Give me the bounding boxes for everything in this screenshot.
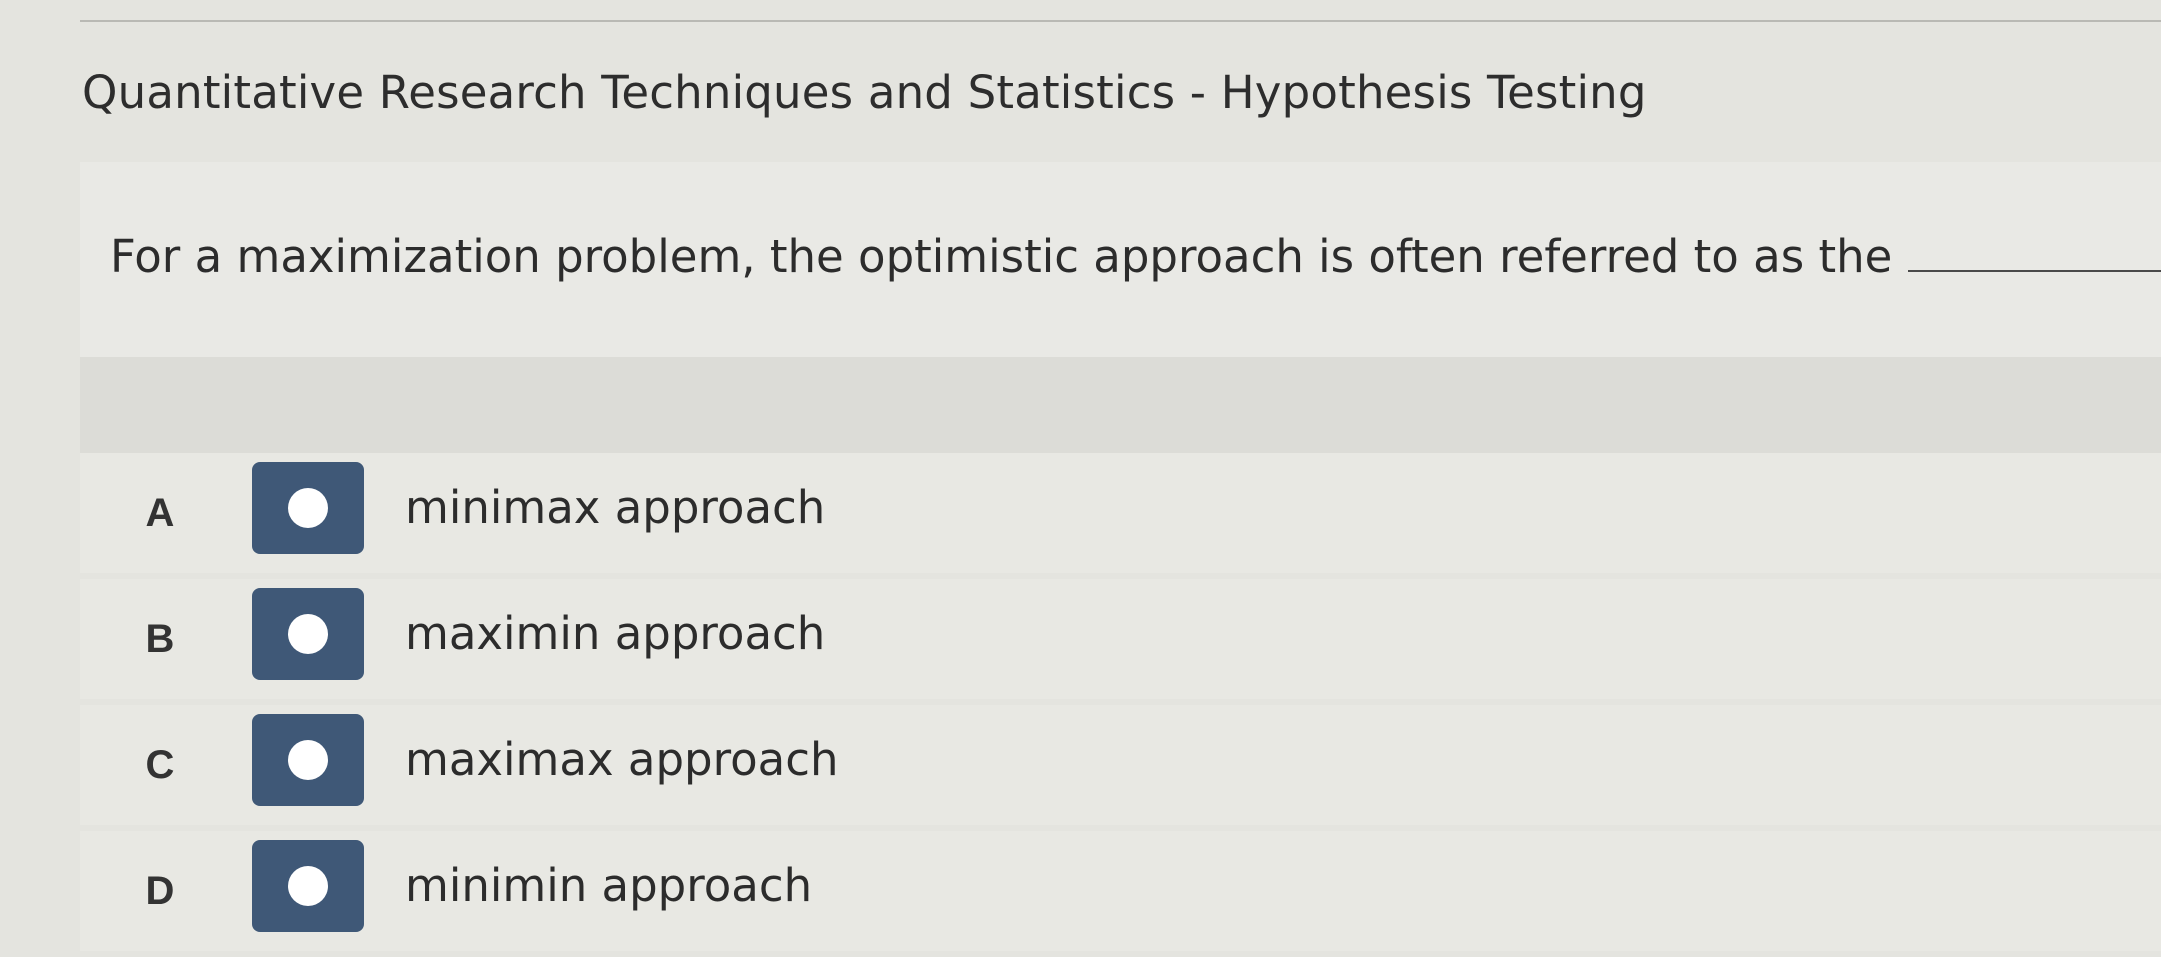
- radio-circle-icon: [288, 488, 328, 528]
- option-a[interactable]: A minimax approach: [80, 453, 2161, 573]
- option-label[interactable]: maximin approach: [405, 579, 825, 689]
- option-b[interactable]: B maximin approach: [80, 579, 2161, 699]
- question-prompt: For a maximization problem, the optimist…: [110, 230, 1893, 283]
- option-d[interactable]: D minimin approach: [80, 831, 2161, 951]
- option-a-radio-button[interactable]: [252, 462, 364, 554]
- option-letter: D: [145, 869, 175, 913]
- question-text: For a maximization problem, the optimist…: [110, 230, 2161, 283]
- answer-blank: [1908, 269, 2161, 272]
- option-label[interactable]: minimin approach: [405, 831, 812, 941]
- option-letter: A: [145, 491, 175, 535]
- radio-circle-icon: [288, 740, 328, 780]
- question-panel: For a maximization problem, the optimist…: [80, 162, 2161, 357]
- option-c-radio-button[interactable]: [252, 714, 364, 806]
- radio-circle-icon: [288, 614, 328, 654]
- option-letter: B: [145, 617, 175, 661]
- option-letter: C: [145, 743, 175, 787]
- option-label[interactable]: minimax approach: [405, 453, 825, 563]
- radio-circle-icon: [288, 866, 328, 906]
- page-title: Quantitative Research Techniques and Sta…: [82, 66, 1647, 119]
- option-b-radio-button[interactable]: [252, 588, 364, 680]
- separator-band: [80, 357, 2161, 453]
- top-divider: [80, 20, 2161, 22]
- option-d-radio-button[interactable]: [252, 840, 364, 932]
- answer-options: A minimax approach B maximin approach C …: [80, 453, 2161, 957]
- option-label[interactable]: maximax approach: [405, 705, 838, 815]
- option-c[interactable]: C maximax approach: [80, 705, 2161, 825]
